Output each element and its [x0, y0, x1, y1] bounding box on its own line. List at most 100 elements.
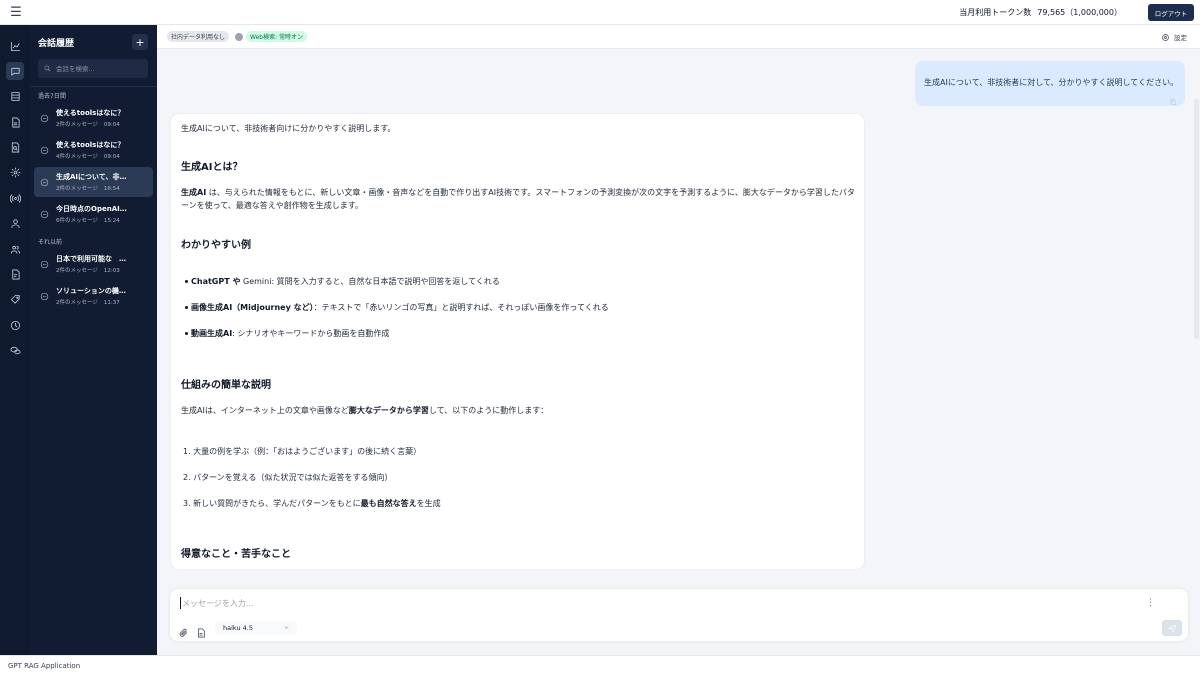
- conversation-title: 使えるtoolsはなに？: [56, 109, 125, 117]
- settings-label: 設定: [1174, 34, 1187, 42]
- chevron-down-icon: [283, 624, 290, 631]
- section-label-recent: 過去7日間: [38, 93, 66, 100]
- assistant-paragraph: して、以下のように動作します：: [428, 406, 549, 415]
- database-icon[interactable]: [6, 88, 24, 106]
- conversation-title: 日本で利用可能な …: [56, 255, 126, 263]
- menu-icon[interactable]: ☰: [0, 0, 32, 25]
- report-icon[interactable]: [6, 266, 24, 284]
- conversation-item[interactable]: 使えるtoolsはなに？ 2件のメッセージ 09:04: [34, 103, 153, 133]
- assistant-bold-text: 画像生成AI（Midjourney など）: [191, 303, 314, 312]
- document-icon[interactable]: [6, 113, 24, 131]
- message-input[interactable]: [180, 597, 1080, 609]
- bullet: [185, 280, 188, 283]
- chat-bubble-icon: [40, 114, 49, 122]
- wechat-icon[interactable]: [6, 342, 24, 360]
- more-options-icon[interactable]: ⋮: [1146, 598, 1155, 608]
- conversation-time: 16:54: [103, 186, 120, 192]
- history-title: 会話履歴: [38, 38, 75, 49]
- assistant-heading: 得意なこと・苦手なこと: [181, 549, 291, 560]
- conversation-item[interactable]: ソリューションの機… 2件のメッセージ 11:37: [34, 281, 153, 311]
- history-icon[interactable]: [6, 316, 24, 334]
- document-icon[interactable]: [196, 623, 206, 638]
- status-bar: 社内データ利用なし Web検索: 常時オン 設定: [157, 25, 1200, 49]
- user-icon[interactable]: [6, 215, 24, 233]
- conversation-title: ソリューションの機…: [56, 287, 126, 295]
- bullet: [185, 306, 188, 309]
- conversation-item[interactable]: 使えるtoolsはなに？ 4件のメッセージ 09:04: [34, 135, 153, 165]
- conversation-count: 2件のメッセージ: [56, 186, 98, 192]
- internal-data-chip[interactable]: 社内データ利用なし: [167, 31, 230, 42]
- chat-bubble-icon: [40, 260, 49, 268]
- scrollbar-thumb[interactable]: [1194, 99, 1199, 339]
- assistant-heading: 生成AIとは？: [181, 162, 243, 173]
- gear-icon: [1162, 33, 1169, 41]
- new-chat-button[interactable]: +: [132, 34, 148, 50]
- assistant-bold-text: 膨大なデータから学習: [348, 406, 429, 415]
- gear-icon[interactable]: [6, 164, 24, 182]
- assistant-list-item: 3. 新しい質問がきたら、学んだパターンをもとに: [183, 499, 361, 508]
- chat-scrollbar[interactable]: [1191, 49, 1200, 579]
- app-name: GPT RAG Application: [8, 661, 81, 670]
- conversation-time: 11:37: [103, 300, 120, 306]
- web-search-chip[interactable]: Web検索: 常時オン: [246, 31, 308, 42]
- conversation-count: 6件のメッセージ: [56, 218, 98, 224]
- assistant-bullet-text: : シナリオやキーワードから動画を自動作成: [232, 329, 390, 338]
- conversation-count: 2件のメッセージ: [56, 268, 98, 274]
- chat-bubble-icon: [40, 210, 49, 218]
- assistant-paragraph: ーンを使って、最適な答えや創作物を生成します。: [181, 201, 363, 210]
- model-select[interactable]: haiku 4.5: [215, 621, 297, 635]
- chat-bubble-icon: [40, 292, 49, 300]
- conversation-item[interactable]: 日本で利用可能な … 2件のメッセージ 12:03: [34, 249, 153, 279]
- divider: [30, 86, 157, 87]
- main-chat-area: 社内データ利用なし Web検索: 常時オン 設定 生成AIについて、非技術者に対…: [157, 25, 1200, 655]
- conversation-item[interactable]: 今日時点のOpenAI… 6件のメッセージ 15:24: [34, 199, 153, 229]
- assistant-bold-text: ChatGPT や: [191, 277, 241, 286]
- chat-bubble-icon: [40, 178, 49, 186]
- conversation-time: 09:04: [103, 122, 120, 128]
- conversation-title: 生成AIについて、非…: [56, 173, 127, 181]
- file-search-icon[interactable]: [6, 139, 24, 157]
- assistant-list-item: を生成: [416, 499, 441, 508]
- chat-icon[interactable]: [6, 62, 24, 81]
- token-usage-value: 79,565（1,000,000）: [1037, 7, 1122, 17]
- conversation-time: 09:04: [103, 154, 120, 160]
- history-search-input[interactable]: [56, 64, 146, 73]
- assistant-bold-text: 最も自然な答え: [360, 499, 417, 508]
- conversation-item-active[interactable]: 生成AIについて、非… 2件のメッセージ 16:54: [34, 167, 153, 197]
- token-usage-label: 当月利用トークン数: [959, 7, 1032, 17]
- broadcast-icon[interactable]: [6, 189, 24, 207]
- attach-icon[interactable]: [178, 623, 188, 637]
- section-label-older: それ以前: [38, 239, 63, 246]
- conversation-time: 12:03: [103, 268, 120, 274]
- chart-icon[interactable]: [6, 37, 24, 55]
- icon-rail: [0, 25, 30, 655]
- assistant-list-item: 1. 大量の例を学ぶ（例：「おはようございます」の後に続く言葉）: [183, 447, 422, 456]
- send-icon: [1167, 623, 1177, 633]
- history-search[interactable]: [38, 59, 148, 78]
- settings-button[interactable]: 設定: [1161, 32, 1187, 42]
- users-icon[interactable]: [6, 240, 24, 258]
- assistant-paragraph: は、与えられた情報をもとに、新しい文章・画像・音声などを自動で作り出すAI技術で…: [206, 188, 855, 197]
- top-bar: ☰ 当月利用トークン数 79,565（1,000,000） ログアウト: [0, 0, 1200, 25]
- chat-bubble-icon: [40, 146, 49, 154]
- copy-icon[interactable]: [1169, 91, 1177, 105]
- assistant-bullet-text: Gemini: 質問を入力すると、自然な日本語で説明や回答を返してくれる: [240, 277, 500, 286]
- bullet: [185, 332, 188, 335]
- conversation-time: 15:24: [103, 218, 120, 224]
- conversation-title: 使えるtoolsはなに？: [56, 141, 125, 149]
- conversation-count: 4件のメッセージ: [56, 154, 98, 160]
- assistant-intro: 生成AIについて、非技術者向けに分かりやすく説明します。: [181, 124, 396, 133]
- history-header: 会話履歴 +: [30, 25, 157, 59]
- conversation-count: 2件のメッセージ: [56, 300, 98, 306]
- user-message-text: 生成AIについて、非技術者に対して、分かりやすく説明してください。: [924, 78, 1179, 87]
- assistant-paragraph: 生成AIは、インターネット上の文章や画像など: [181, 406, 349, 415]
- conversation-count: 2件のメッセージ: [56, 122, 98, 128]
- model-select-value: haiku 4.5: [223, 624, 253, 632]
- logout-button[interactable]: ログアウト: [1148, 4, 1194, 21]
- globe-icon: [235, 32, 244, 41]
- assistant-heading: わかりやすい例: [181, 240, 251, 251]
- send-button[interactable]: [1162, 620, 1182, 636]
- assistant-bold-text: 生成AI: [181, 188, 207, 197]
- conversation-title: 今日時点のOpenAI…: [56, 205, 127, 213]
- tag-icon[interactable]: [6, 291, 24, 309]
